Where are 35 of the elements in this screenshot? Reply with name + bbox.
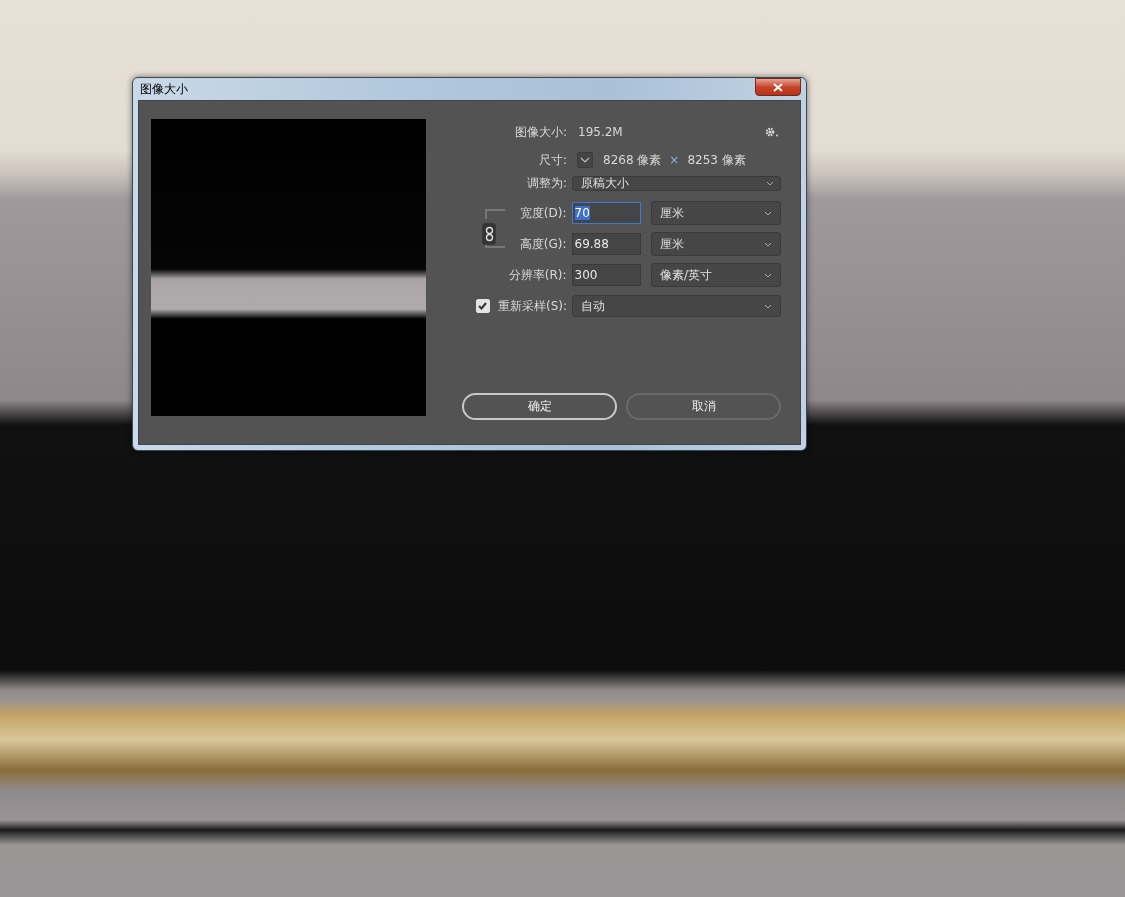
dimension-height: 8253 像素	[687, 151, 746, 169]
window-title: 图像大小	[140, 80, 188, 98]
field-label: 宽度(D):	[518, 204, 567, 222]
chevron-icon	[580, 157, 590, 163]
chevron-icon	[764, 272, 772, 278]
ok-button[interactable]: 确定	[462, 393, 617, 420]
fit-to-label: 调整为:	[525, 174, 567, 192]
field-label: 分辨率(R):	[507, 266, 567, 284]
input-field[interactable]: 300	[571, 264, 641, 286]
image-size-value: 195.2M	[578, 125, 624, 139]
resample-checkbox[interactable]	[475, 299, 490, 313]
fit-to-dropdown[interactable]: 原稿大小	[572, 175, 781, 191]
resample-dropdown[interactable]: 自动	[572, 295, 781, 317]
input-field[interactable]: 70	[571, 202, 641, 224]
resample-label: 重新采样(S):	[497, 297, 567, 315]
cancel-button[interactable]: 取消	[626, 393, 781, 420]
unit-dropdown[interactable]: 像素/英寸	[650, 263, 781, 287]
chevron-icon	[766, 180, 774, 186]
close-button[interactable]	[755, 78, 801, 96]
unit-dropdown[interactable]: 厘米	[650, 232, 781, 256]
field-label: 高度(G):	[518, 235, 567, 253]
dimension-width: 8268 像素	[603, 151, 662, 169]
input-field[interactable]: 69.88	[571, 233, 641, 255]
unit-dropdown[interactable]: 厘米	[650, 201, 781, 225]
chevron-icon	[764, 303, 772, 309]
dimensions-label: 尺寸:	[537, 151, 567, 169]
image-size-label: 图像大小:	[513, 123, 567, 141]
chevron-icon	[764, 241, 772, 247]
dimensions-dropdown-button[interactable]	[577, 152, 593, 168]
chevron-icon	[764, 210, 772, 216]
times-sign: ×	[669, 153, 680, 167]
close-icon	[773, 82, 783, 92]
link-bracket	[485, 209, 505, 219]
link-chain-icon[interactable]	[482, 223, 496, 245]
settings-icon[interactable]	[765, 127, 779, 137]
